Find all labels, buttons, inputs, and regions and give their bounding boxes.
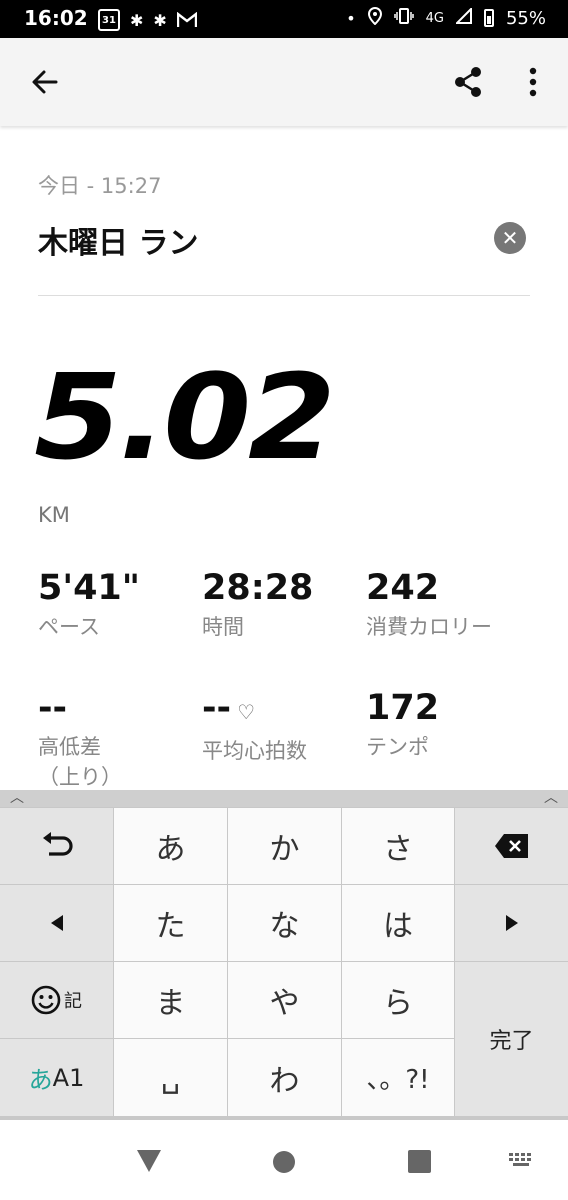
kana-key[interactable]: さ <box>342 808 454 884</box>
kana-key[interactable]: か <box>228 808 341 884</box>
network-type: 4G <box>425 10 444 26</box>
kana-key[interactable]: ま <box>114 962 227 1038</box>
stat-label: 時間 <box>202 615 244 639</box>
emoji-key-label: 記 <box>64 991 82 1012</box>
smiley-icon <box>31 985 61 1015</box>
stat-heart-rate: -- ♡ 平均心拍数 <box>202 688 362 766</box>
undo-key[interactable] <box>0 808 113 884</box>
activity-title-input[interactable]: 木曜日 ラン <box>38 218 198 262</box>
more-vertical-icon[interactable] <box>516 62 550 102</box>
cursor-left-key[interactable] <box>0 885 113 961</box>
stat-label: ペース <box>38 615 100 639</box>
kana-key[interactable]: ら <box>342 962 454 1038</box>
mode-kana-label: あ <box>28 1066 53 1094</box>
nav-recents-icon[interactable] <box>408 1150 431 1173</box>
backspace-key[interactable] <box>455 808 568 884</box>
navigation-bar <box>0 1120 568 1200</box>
stat-value: 28:28 <box>202 568 314 608</box>
input-mode-key[interactable]: あ A1 <box>0 1039 113 1116</box>
stat-time: 28:28 時間 <box>202 568 362 642</box>
chevron-up-icon[interactable]: ︿ <box>544 787 558 807</box>
flower-icon: ✱ <box>153 10 167 30</box>
stat-label: 消費カロリー <box>366 615 492 639</box>
signal-icon <box>454 6 472 28</box>
status-bar: 16:02 31 ✱ ✱ • 4G 55% <box>0 0 568 38</box>
punctuation-key[interactable]: 、。?! <box>342 1039 454 1116</box>
stat-value-row: -- ♡ <box>202 688 362 732</box>
kana-key[interactable]: や <box>228 962 341 1038</box>
app-bar <box>0 38 568 126</box>
cursor-right-key[interactable] <box>455 885 568 961</box>
stat-value: -- <box>38 688 68 728</box>
kana-key[interactable]: な <box>228 885 341 961</box>
stat-value: -- <box>202 688 232 728</box>
activity-date: 今日 - 15:27 <box>38 174 162 198</box>
distance-unit: KM <box>38 503 70 527</box>
stat-label: テンポ <box>366 735 429 759</box>
kana-key[interactable]: た <box>114 885 227 961</box>
keyboard-toolbar: ︿ ︿ <box>0 790 568 807</box>
arrow-left-icon[interactable] <box>26 62 66 102</box>
nav-home-icon[interactable] <box>273 1151 295 1173</box>
vibrate-icon <box>393 8 414 28</box>
stat-value: 5'41" <box>38 568 141 608</box>
keyboard-icon[interactable] <box>508 1152 536 1170</box>
mode-alpha-label: A1 <box>52 1063 85 1092</box>
activity-detail: 今日 - 15:27 木曜日 ラン ✕ 5.02 KM 5'41" ペース 28… <box>0 126 568 790</box>
status-time: 16:02 <box>24 6 88 30</box>
emoji-symbol-key[interactable]: 記 <box>0 962 113 1038</box>
stat-value: 172 <box>366 688 440 728</box>
kana-key[interactable]: は <box>342 885 454 961</box>
stat-calories: 242 消費カロリー <box>366 568 566 642</box>
distance-value: 5.02 <box>34 348 336 486</box>
flower-icon: ✱ <box>130 10 144 30</box>
clear-icon[interactable]: ✕ <box>494 222 526 254</box>
divider <box>38 295 530 296</box>
stat-pace: 5'41" ペース <box>38 568 198 642</box>
chevron-up-icon[interactable]: ︿ <box>10 787 24 807</box>
calendar-icon: 31 <box>98 9 120 31</box>
kana-key[interactable]: あ <box>114 808 227 884</box>
kana-key[interactable]: わ <box>228 1039 341 1116</box>
battery-percent: 55% <box>505 7 546 29</box>
battery-icon <box>483 9 494 27</box>
system-status-icons: • 4G 55% <box>346 6 546 29</box>
heart-icon: ♡ <box>237 700 255 724</box>
notification-icons: 31 ✱ ✱ <box>98 9 197 31</box>
nav-back-icon[interactable] <box>137 1150 161 1172</box>
ime-keyboard: ︿ ︿ あ か さ た な は 記 ま や ら 完了 あ A1 ␣ わ 、。?! <box>0 790 568 1120</box>
dot-icon: • <box>346 8 356 28</box>
stat-value: 242 <box>366 568 440 608</box>
space-key[interactable]: ␣ <box>114 1039 227 1116</box>
stat-label: 平均心拍数 <box>202 739 307 763</box>
gmail-icon <box>176 12 197 28</box>
share-icon[interactable] <box>448 62 488 102</box>
stat-elevation: -- 高低差 （上り） <box>38 688 198 790</box>
stat-label: 高低差 （上り） <box>38 735 122 789</box>
location-icon <box>367 6 382 29</box>
done-key[interactable]: 完了 <box>455 962 568 1116</box>
stat-cadence: 172 テンポ <box>366 688 526 762</box>
